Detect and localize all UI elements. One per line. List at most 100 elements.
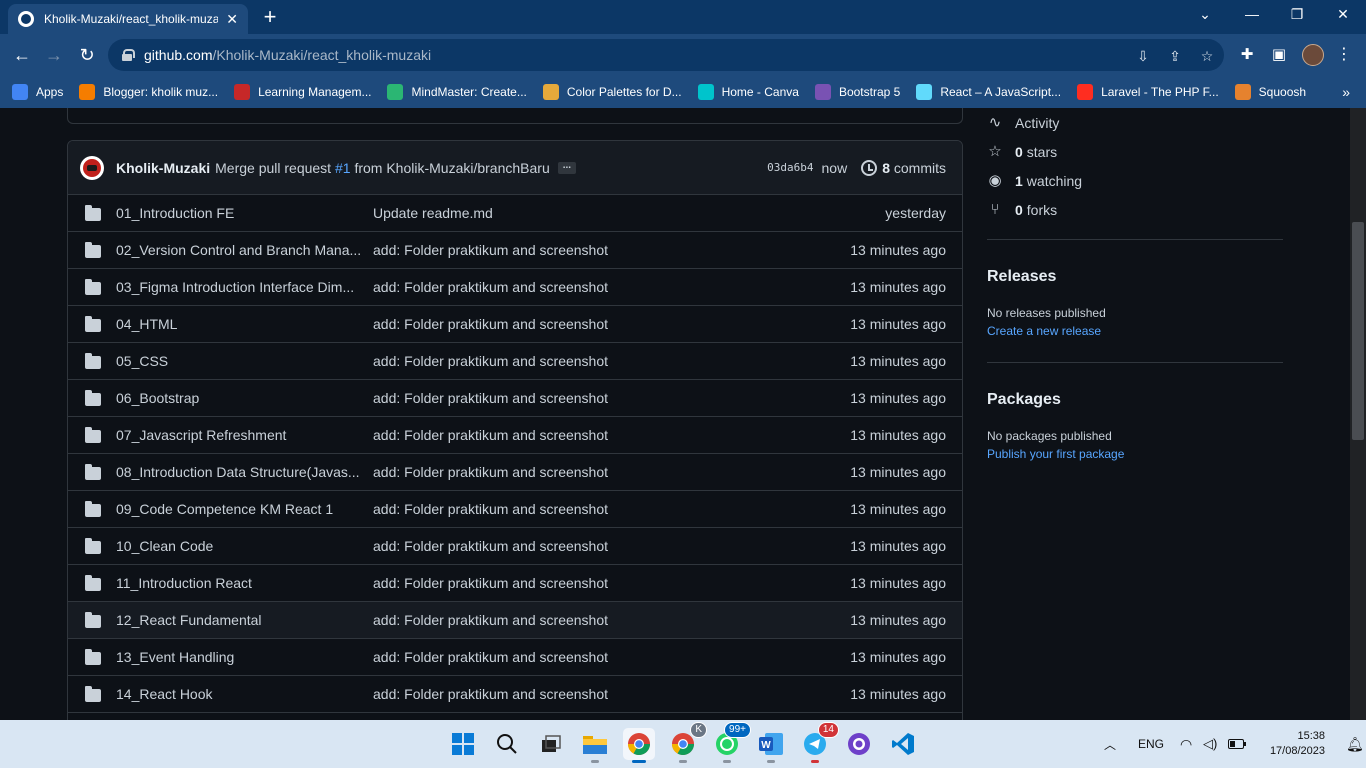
- bookmark-item[interactable]: Learning Managem...: [234, 84, 371, 100]
- last-commit-message-link[interactable]: add: Folder praktikum and screenshot: [373, 649, 850, 665]
- word-icon[interactable]: W: [755, 728, 787, 763]
- minimize-button[interactable]: —: [1240, 6, 1264, 22]
- file-row[interactable]: 05_CSS add: Folder praktikum and screensh…: [68, 343, 962, 380]
- bookmark-item[interactable]: MindMaster: Create...: [387, 84, 527, 100]
- expand-commit-button[interactable]: ...: [557, 160, 577, 174]
- last-commit-message-link[interactable]: Update readme.md: [373, 205, 885, 221]
- address-bar[interactable]: github.com/Kholik-Muzaki/react_kholik-mu…: [108, 39, 1224, 71]
- file-row[interactable]: 14_React Hook add: Folder praktikum and s…: [68, 676, 962, 713]
- share-icon[interactable]: ⇪: [1166, 47, 1184, 65]
- bookmark-star-icon[interactable]: ☆: [1198, 47, 1216, 65]
- tab-close-icon[interactable]: ✕: [226, 11, 238, 28]
- releases-heading[interactable]: Releases: [987, 268, 1283, 286]
- search-icon[interactable]: [491, 728, 523, 760]
- file-row[interactable]: 06_Bootstrap add: Folder praktikum and sc…: [68, 380, 962, 417]
- folder-name-link[interactable]: 11_Introduction React: [116, 575, 373, 591]
- bookmark-item[interactable]: React – A JavaScript...: [916, 84, 1061, 100]
- chrome-menu-icon[interactable]: ⋮: [1334, 44, 1354, 64]
- more-bookmarks-icon[interactable]: »: [1342, 84, 1350, 100]
- last-commit-message-link[interactable]: add: Folder praktikum and screenshot: [373, 538, 850, 554]
- file-row[interactable]: 13_Event Handling add: Folder praktikum a…: [68, 639, 962, 676]
- file-row[interactable]: 02_Version Control and Branch Mana... add…: [68, 232, 962, 269]
- folder-name-link[interactable]: 08_Introduction Data Structure(Javas...: [116, 464, 373, 480]
- bookmark-item[interactable]: Blogger: kholik muz...: [79, 84, 218, 100]
- file-row[interactable]: 09_Code Competence KM React 1 add: Folder…: [68, 491, 962, 528]
- history-icon[interactable]: [861, 159, 878, 176]
- folder-name-link[interactable]: 04_HTML: [116, 316, 373, 332]
- last-commit-message-link[interactable]: add: Folder praktikum and screenshot: [373, 353, 850, 369]
- reload-icon[interactable]: ↻: [75, 43, 99, 67]
- folder-name-link[interactable]: 14_React Hook: [116, 686, 373, 702]
- last-commit-message-link[interactable]: add: Folder praktikum and screenshot: [373, 390, 850, 406]
- extensions-puzzle-icon[interactable]: ✚: [1238, 46, 1256, 64]
- bookmark-item[interactable]: Laravel - The PHP F...: [1077, 84, 1219, 100]
- windows-start-icon[interactable]: [447, 728, 479, 760]
- publish-package-link[interactable]: Publish your first package: [987, 447, 1283, 461]
- commit-message[interactable]: Merge pull request #1 from Kholik-Muzaki…: [215, 160, 550, 176]
- file-row[interactable]: 10_Clean Code add: Folder praktikum and s…: [68, 528, 962, 565]
- commit-sha[interactable]: 03da6b4: [767, 161, 813, 174]
- author-avatar[interactable]: [80, 155, 104, 180]
- folder-name-link[interactable]: 03_Figma Introduction Interface Dim...: [116, 279, 373, 295]
- telegram-icon[interactable]: 14: [799, 722, 839, 763]
- forks-link[interactable]: ⑂ 0 forks: [987, 195, 1283, 224]
- file-explorer-icon[interactable]: [579, 728, 611, 763]
- file-row[interactable]: 07_Javascript Refreshment add: Folder pra…: [68, 417, 962, 454]
- packages-heading[interactable]: Packages: [987, 391, 1283, 409]
- tab-search-chevron-icon[interactable]: ⌄: [1193, 6, 1217, 23]
- folder-name-link[interactable]: 01_Introduction FE: [116, 205, 373, 221]
- file-row[interactable]: 03_Figma Introduction Interface Dim... ad…: [68, 269, 962, 306]
- bookmark-item[interactable]: Color Palettes for D...: [542, 84, 682, 100]
- bookmark-item[interactable]: Apps: [12, 84, 63, 100]
- vscode-icon[interactable]: [887, 728, 919, 760]
- folder-name-link[interactable]: 02_Version Control and Branch Mana...: [116, 242, 373, 258]
- lock-icon[interactable]: [122, 49, 135, 61]
- commit-author[interactable]: Kholik-Muzaki: [116, 160, 210, 176]
- notification-bell-icon[interactable]: 🔔︎: [1346, 720, 1364, 768]
- last-commit-message-link[interactable]: add: Folder praktikum and screenshot: [373, 575, 850, 591]
- commits-link[interactable]: 8 commits: [882, 160, 946, 176]
- file-row[interactable]: 01_Introduction FE Update readme.md yester…: [68, 195, 962, 232]
- input-language[interactable]: ENG: [1138, 720, 1164, 768]
- bookmark-item[interactable]: Squoosh: [1234, 84, 1306, 100]
- folder-name-link[interactable]: 10_Clean Code: [116, 538, 373, 554]
- folder-name-link[interactable]: 13_Event Handling: [116, 649, 373, 665]
- last-commit-message-link[interactable]: add: Folder praktikum and screenshot: [373, 686, 850, 702]
- bookmark-item[interactable]: Home - Canva: [697, 84, 799, 100]
- folder-name-link[interactable]: 12_React Fundamental: [116, 612, 373, 628]
- browser-tab-active[interactable]: Kholik-Muzaki/react_kholik-muzaki ✕: [8, 4, 248, 34]
- volume-icon[interactable]: ◁): [1203, 720, 1217, 768]
- folder-name-link[interactable]: 06_Bootstrap: [116, 390, 373, 406]
- last-commit-message-link[interactable]: add: Folder praktikum and screenshot: [373, 279, 850, 295]
- profile-avatar[interactable]: [1302, 44, 1324, 66]
- chrome-taskbar-icon[interactable]: [623, 728, 655, 763]
- last-commit-message-link[interactable]: add: Folder praktikum and screenshot: [373, 316, 850, 332]
- whatsapp-icon[interactable]: 99+: [711, 722, 751, 763]
- install-app-icon[interactable]: ⇩: [1134, 47, 1152, 65]
- create-release-link[interactable]: Create a new release: [987, 324, 1283, 338]
- forward-arrow-icon[interactable]: →: [42, 43, 66, 67]
- restore-button[interactable]: ❐: [1285, 6, 1309, 23]
- task-view-icon[interactable]: [535, 728, 567, 760]
- show-hidden-icons-chevron-icon[interactable]: ︿: [1104, 720, 1116, 768]
- system-clock[interactable]: 15:38 17/08/2023: [1255, 729, 1325, 759]
- folder-name-link[interactable]: 09_Code Competence KM React 1: [116, 501, 373, 517]
- scrollbar-thumb[interactable]: [1352, 222, 1364, 440]
- last-commit-message-link[interactable]: add: Folder praktikum and screenshot: [373, 464, 850, 480]
- pr-link[interactable]: #1: [335, 160, 351, 176]
- stars-link[interactable]: ☆ 0 stars: [987, 137, 1283, 166]
- github-desktop-icon[interactable]: [843, 728, 875, 760]
- last-commit-message-link[interactable]: add: Folder praktikum and screenshot: [373, 501, 850, 517]
- file-row[interactable]: 08_Introduction Data Structure(Javas... a…: [68, 454, 962, 491]
- file-row[interactable]: 12_React Fundamental add: Folder praktiku…: [68, 602, 962, 639]
- folder-name-link[interactable]: 05_CSS: [116, 353, 373, 369]
- chrome-profile-k-icon[interactable]: K: [667, 722, 707, 763]
- last-commit-message-link[interactable]: add: Folder praktikum and screenshot: [373, 242, 850, 258]
- last-commit-message-link[interactable]: add: Folder praktikum and screenshot: [373, 427, 850, 443]
- bookmark-item[interactable]: Bootstrap 5: [814, 84, 900, 100]
- last-commit-message-link[interactable]: add: Folder praktikum and screenshot: [373, 612, 850, 628]
- wifi-icon[interactable]: ◠: [1180, 720, 1192, 768]
- file-row[interactable]: 11_Introduction React add: Folder praktik…: [68, 565, 962, 602]
- battery-icon[interactable]: [1228, 720, 1246, 768]
- new-tab-button[interactable]: +: [258, 6, 282, 30]
